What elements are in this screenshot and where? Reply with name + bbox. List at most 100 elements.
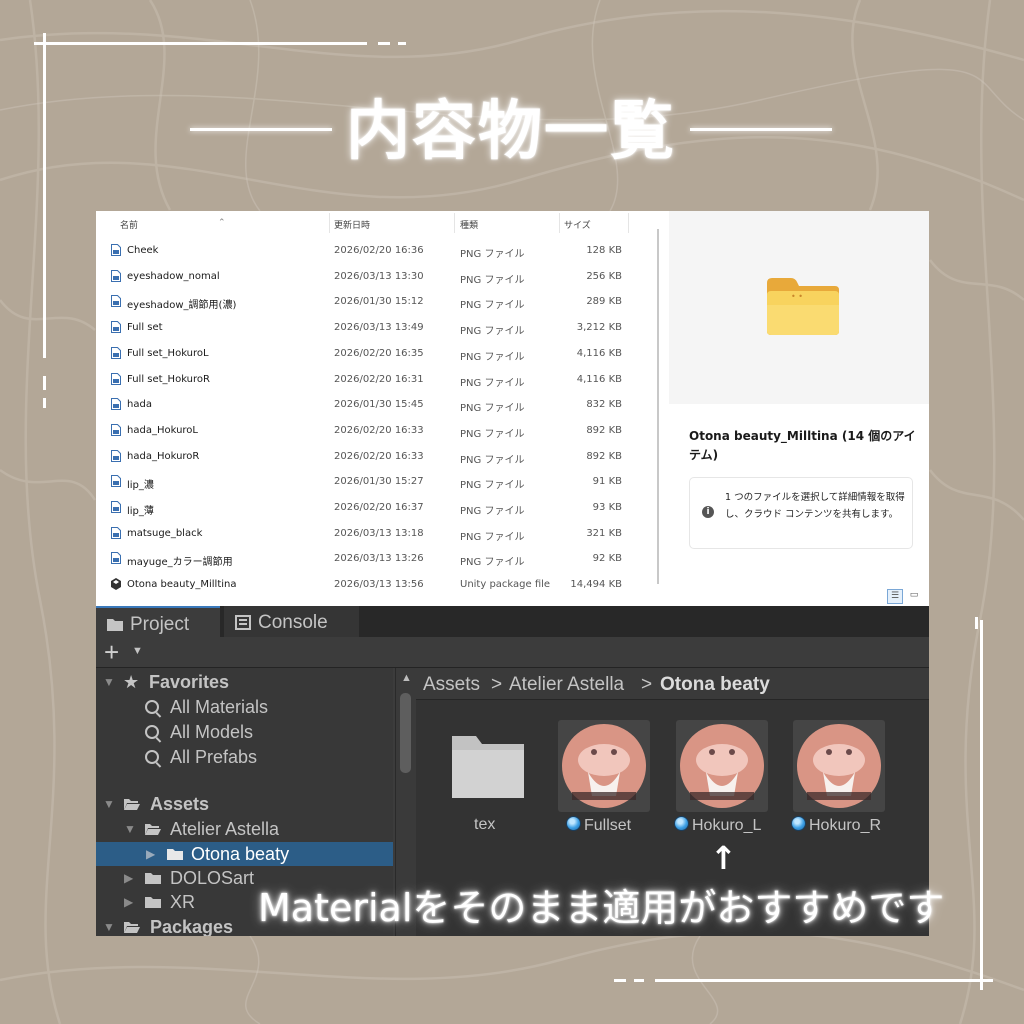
tree-item-all-prefabs[interactable]: All Prefabs xyxy=(96,745,393,769)
material-sphere-icon xyxy=(562,724,646,808)
file-date: 2026/01/30 15:12 xyxy=(334,296,424,308)
tree-label: Otona beaty xyxy=(191,844,290,864)
open-folder-icon xyxy=(145,824,161,835)
image-file-icon xyxy=(111,475,121,488)
column-divider[interactable] xyxy=(329,213,330,233)
image-file-icon xyxy=(111,321,121,334)
file-size: 3,212 KB xyxy=(576,322,622,334)
column-header-name[interactable]: 名前 xyxy=(120,218,138,231)
file-row[interactable]: Otona beauty_Milltina 2026/03/13 13:56 Uni… xyxy=(96,572,656,591)
frame-dash xyxy=(378,42,390,45)
expand-arrow-icon[interactable]: ▶ xyxy=(124,866,133,890)
tree-item-otona-beaty[interactable]: ▶ Otona beaty xyxy=(96,842,393,866)
breadcrumb-item[interactable]: Atelier Astella xyxy=(509,668,624,701)
file-type: PNG ファイル xyxy=(460,531,525,543)
file-row[interactable]: matsuge_black 2026/03/13 13:18 PNG ファイル 321… xyxy=(96,521,656,546)
details-info-card: i 1 つのファイルを選択して詳細情報を取得し、クラウド コンテンツを共有します… xyxy=(689,477,913,549)
file-size: 91 KB xyxy=(592,476,622,488)
tab-project[interactable]: Project xyxy=(96,606,220,639)
file-type: PNG ファイル xyxy=(460,454,525,466)
svg-text:• •: • • xyxy=(791,292,803,301)
file-row[interactable]: Full set 2026/03/13 13:49 PNG ファイル 3,212 KB xyxy=(96,315,656,340)
tiles-view-icon[interactable]: ▭ xyxy=(907,589,921,602)
file-row[interactable]: mayuge_カラー調節用 2026/03/13 13:26 PNG ファイル 92 … xyxy=(96,546,656,571)
material-sphere-icon xyxy=(797,724,881,808)
folder-icon xyxy=(145,873,161,884)
frame-dash xyxy=(398,42,406,45)
tree-item-assets[interactable]: ▼ Assets xyxy=(96,792,393,816)
image-file-icon xyxy=(111,346,121,359)
column-divider[interactable] xyxy=(559,213,560,233)
sort-ascending-icon: ⌃ xyxy=(218,218,226,228)
unity-package-icon xyxy=(111,578,121,591)
expand-arrow-icon[interactable]: ▼ xyxy=(103,670,115,694)
file-date: 2026/02/20 16:37 xyxy=(334,502,424,513)
file-size: 4,116 KB xyxy=(576,373,622,385)
material-icon xyxy=(566,816,581,831)
tree-item-all-models[interactable]: All Models xyxy=(96,720,393,744)
file-row[interactable]: hada 2026/01/30 15:45 PNG ファイル 832 KB xyxy=(96,392,656,417)
page-title: 内容物一覧 xyxy=(346,95,676,169)
column-header-date[interactable]: 更新日時 xyxy=(334,218,370,231)
expand-arrow-icon[interactable]: ▼ xyxy=(103,915,115,936)
expand-arrow-icon[interactable]: ▶ xyxy=(146,842,155,866)
breadcrumb-item[interactable]: Assets xyxy=(423,668,480,701)
column-header-type[interactable]: 種類 xyxy=(460,218,478,231)
file-size: 256 KB xyxy=(586,270,622,282)
file-row[interactable]: eyeshadow_調節用(濃) 2026/01/30 15:12 PNG ファイル… xyxy=(96,289,656,314)
file-row[interactable]: hada_HokuroR 2026/02/20 16:33 PNG ファイル 892 … xyxy=(96,444,656,469)
file-date: 2026/03/13 13:56 xyxy=(334,579,424,591)
file-row[interactable]: Cheek 2026/02/20 16:36 PNG ファイル 128 KB xyxy=(96,238,656,263)
asset-label: Hokuro_R xyxy=(809,817,882,834)
details-info-text: 1 つのファイルを選択して詳細情報を取得し、クラウド コンテンツを共有します。 xyxy=(725,492,905,520)
unity-tab-bar: Project Console xyxy=(96,606,929,639)
image-file-icon xyxy=(111,372,121,385)
file-name: Full set_HokuroL xyxy=(127,347,209,359)
breadcrumb-separator-icon: > xyxy=(491,674,503,695)
file-size: 892 KB xyxy=(586,450,622,462)
tab-console[interactable]: Console xyxy=(224,606,359,637)
file-row[interactable]: eyeshadow_nomal 2026/03/13 13:30 PNG ファイル 2… xyxy=(96,264,656,289)
open-folder-icon xyxy=(124,799,140,810)
file-name: hada xyxy=(127,399,152,411)
file-size: 92 KB xyxy=(592,553,622,565)
asset-label: tex xyxy=(474,816,496,833)
breadcrumb-item-current[interactable]: Otona beaty xyxy=(660,668,770,701)
file-list-scrollbar[interactable] xyxy=(657,229,659,584)
frame-right-line xyxy=(980,620,983,990)
file-row[interactable]: Full set_HokuroR 2026/02/20 16:31 PNG ファイル… xyxy=(96,367,656,392)
expand-arrow-icon[interactable]: ▼ xyxy=(124,817,136,841)
material-preview xyxy=(793,720,885,812)
scrollbar-thumb[interactable] xyxy=(400,693,411,773)
file-date: 2026/03/13 13:26 xyxy=(334,553,424,565)
create-button[interactable]: + xyxy=(104,637,119,667)
file-row[interactable]: lip_濃 2026/01/30 15:27 PNG ファイル 91 KB xyxy=(96,469,656,494)
breadcrumb-separator-icon: > xyxy=(641,674,653,695)
search-icon xyxy=(145,725,159,739)
scroll-up-icon[interactable]: ▲ xyxy=(401,672,412,684)
expand-arrow-icon[interactable]: ▶ xyxy=(124,890,133,914)
file-row[interactable]: Full set_HokuroL 2026/02/20 16:35 PNG ファイル… xyxy=(96,341,656,366)
frame-dash xyxy=(43,398,46,408)
file-date: 2026/03/13 13:30 xyxy=(334,270,424,282)
column-divider[interactable] xyxy=(454,213,455,233)
tree-item-atelier-astella[interactable]: ▼ Atelier Astella xyxy=(96,817,393,841)
frame-dash xyxy=(634,979,644,982)
tree-item-favorites[interactable]: ▼ ★ Favorites xyxy=(96,670,393,694)
file-date: 2026/02/20 16:33 xyxy=(334,450,424,462)
tree-label: All Materials xyxy=(170,697,269,717)
tab-console-label: Console xyxy=(258,612,328,633)
column-header-size[interactable]: サイズ xyxy=(564,218,591,231)
expand-arrow-icon[interactable]: ▼ xyxy=(103,792,115,816)
column-divider[interactable] xyxy=(628,213,629,233)
chevron-down-icon[interactable]: ▼ xyxy=(132,645,143,657)
tree-item-all-materials[interactable]: All Materials xyxy=(96,695,393,719)
asset-label-row: Hokuro_R xyxy=(791,816,881,835)
recommendation-caption: Materialをそのまま適用がおすすめです xyxy=(258,886,945,930)
image-file-icon xyxy=(111,295,121,308)
details-view-icon[interactable]: ☰ xyxy=(887,589,903,604)
image-file-icon xyxy=(111,501,121,513)
file-row[interactable]: lip_薄 2026/02/20 16:37 PNG ファイル 93 KB xyxy=(96,495,656,520)
file-size: 832 KB xyxy=(586,399,622,411)
file-row[interactable]: hada_HokuroL 2026/02/20 16:33 PNG ファイル 892 … xyxy=(96,418,656,443)
